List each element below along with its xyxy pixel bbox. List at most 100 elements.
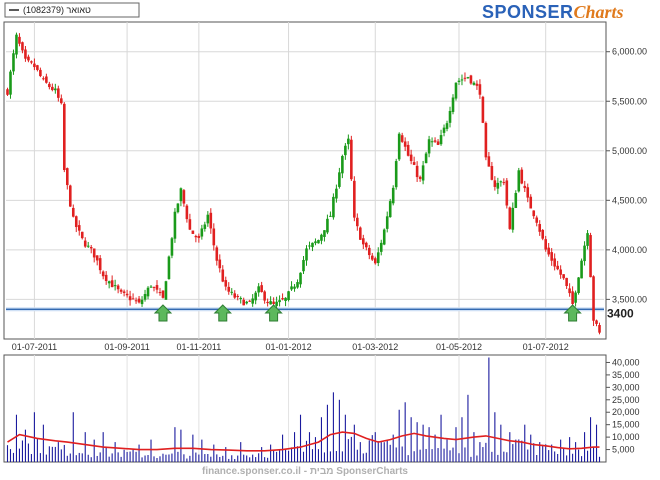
candle-body: [39, 69, 42, 77]
candle-body: [370, 255, 374, 260]
candle-body: [454, 82, 458, 99]
candle-body: [499, 181, 503, 183]
candle-body: [57, 88, 60, 98]
candle-body: [508, 207, 512, 229]
price-tick-label: 4,500.00: [612, 195, 647, 205]
candle-body: [212, 228, 216, 246]
candle-body: [341, 156, 344, 174]
candle-body: [200, 228, 204, 237]
price-tick-label: 4,000.00: [612, 245, 647, 255]
candle-body: [24, 49, 27, 59]
candle-body: [430, 141, 434, 143]
candle-body: [152, 286, 156, 288]
candle-body: [373, 258, 377, 264]
candle-body: [125, 293, 129, 296]
candle-body: [598, 325, 601, 333]
candle-body: [60, 98, 63, 104]
candle-body: [92, 248, 96, 258]
candle-body: [269, 301, 272, 305]
brand-logo: SPONSERCharts: [482, 2, 624, 22]
candle-body: [364, 242, 368, 248]
candle-body: [347, 138, 350, 145]
candle-body: [481, 96, 485, 123]
candle-body: [155, 285, 159, 290]
candle-body: [215, 247, 219, 261]
candle-body: [523, 185, 527, 189]
legend-label: טאואר (1082379): [23, 5, 91, 15]
time-tick-label: 01-05-2012: [436, 342, 482, 352]
candle-body: [517, 170, 521, 192]
candle-body: [254, 292, 257, 301]
candle-body: [418, 176, 422, 179]
candle-body: [415, 165, 419, 178]
candle-body: [391, 187, 395, 204]
candle-body: [520, 169, 524, 184]
candle-body: [128, 296, 132, 301]
candle-body: [409, 154, 413, 162]
price-panel-frame: [3, 21, 607, 340]
price-tick-label: 5,500.00: [612, 96, 647, 106]
time-tick-label: 01-03-2012: [352, 342, 398, 352]
candle-body: [15, 34, 18, 55]
candle-body: [36, 65, 39, 70]
candle-body: [388, 201, 392, 218]
candle-body: [12, 53, 15, 72]
candle-body: [248, 300, 251, 302]
candle-body: [412, 162, 416, 165]
candle-body: [161, 290, 165, 298]
candle-body: [433, 140, 437, 142]
candle-body: [146, 287, 150, 297]
candle-body: [353, 180, 356, 218]
candle-body: [83, 240, 87, 247]
candle-body: [562, 274, 565, 279]
candle-body: [559, 269, 562, 275]
candle-body: [442, 127, 446, 133]
candle-body: [179, 188, 183, 202]
candle-body: [400, 135, 404, 142]
candle-body: [466, 77, 470, 79]
volume-tick-label: 25,000: [612, 395, 640, 405]
candle-body: [30, 61, 33, 63]
candle-body: [230, 291, 234, 293]
volume-tick-label: 40,000: [612, 357, 640, 367]
candle-body: [550, 252, 553, 261]
candle-body: [514, 192, 518, 208]
candle-body: [119, 289, 123, 292]
candle-body: [42, 78, 45, 80]
support-level-label: 3400: [607, 306, 634, 320]
candle-body: [472, 82, 476, 85]
candle-body: [496, 182, 500, 189]
candle-body: [460, 79, 464, 81]
candle-body: [21, 42, 24, 51]
candle-body: [323, 230, 326, 237]
candle-body: [556, 265, 559, 270]
candle-body: [511, 207, 515, 230]
candle-body: [257, 286, 260, 293]
candle-body: [571, 291, 574, 304]
candle-body: [275, 301, 278, 306]
candle-body: [583, 245, 586, 262]
candle-body: [293, 286, 296, 289]
candle-body: [236, 296, 240, 298]
candle-body: [535, 217, 539, 223]
candle-body: [580, 260, 583, 279]
candle-body: [266, 301, 269, 304]
candle-body: [568, 288, 571, 294]
candle-body: [326, 218, 329, 233]
candle-body: [329, 215, 332, 217]
candle-body: [260, 285, 263, 293]
candle-body: [188, 219, 192, 230]
candle-body: [565, 277, 568, 287]
candle-body: [427, 139, 431, 154]
candle-body: [592, 276, 595, 321]
candle-body: [197, 235, 201, 239]
candle-body: [281, 298, 284, 300]
brand-part-1: SPONSER: [482, 2, 574, 22]
candle-body: [338, 172, 341, 187]
candle-body: [505, 180, 509, 206]
candle-body: [113, 285, 117, 287]
candle-body: [170, 238, 174, 256]
candle-body: [586, 233, 589, 246]
candle-body: [397, 133, 401, 160]
candle-body: [457, 80, 461, 83]
